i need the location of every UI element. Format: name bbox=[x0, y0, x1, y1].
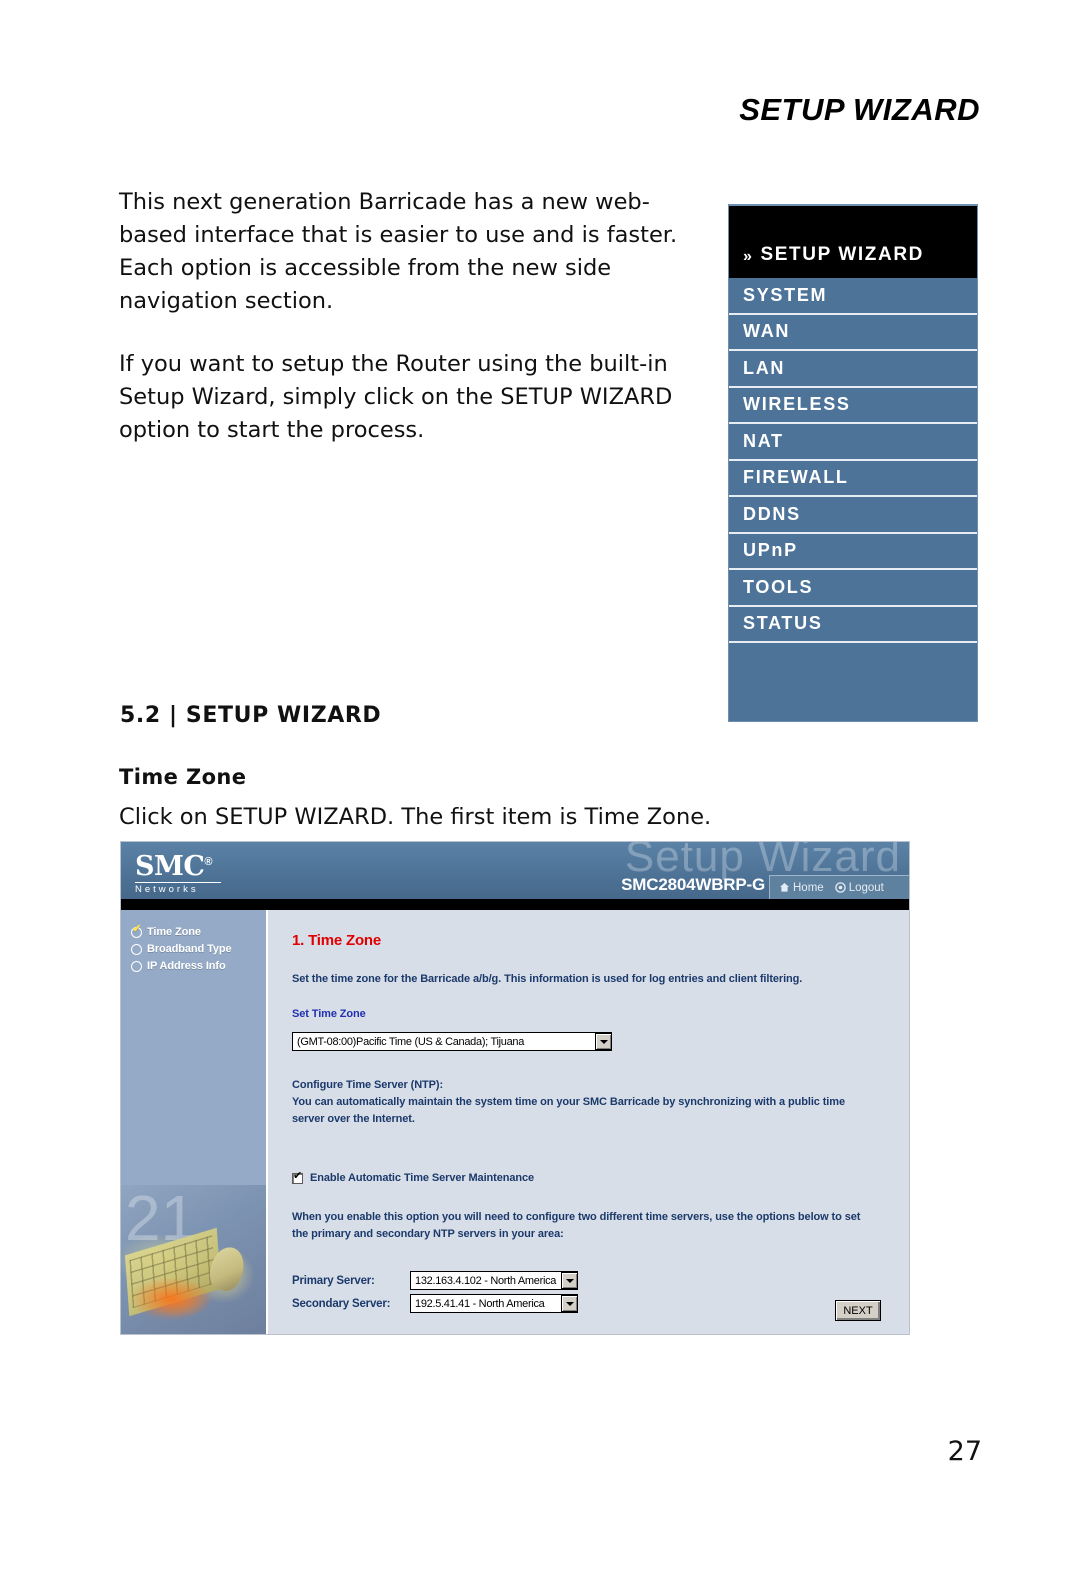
nav-item-label: FIREWALL bbox=[743, 467, 849, 488]
nav-item-label: WIRELESS bbox=[743, 394, 851, 415]
wizard-panel-description: Set the time zone for the Barricade a/b/… bbox=[292, 973, 803, 985]
wizard-step-broadband-type[interactable]: Broadband Type bbox=[131, 941, 266, 957]
router-model-name: SMC2804WBRP-G bbox=[621, 875, 765, 894]
checkbox-checked-icon[interactable] bbox=[292, 1170, 303, 1184]
primary-server-label: Primary Server: bbox=[292, 1274, 375, 1287]
nav-item-nat[interactable]: NAT bbox=[729, 424, 977, 461]
check-circle-icon bbox=[131, 924, 142, 938]
secondary-server-value: 192.5.41.41 - North America bbox=[415, 1297, 545, 1310]
logout-button[interactable]: Logout bbox=[834, 881, 884, 894]
primary-server-value: 132.163.4.102 - North America bbox=[415, 1274, 557, 1287]
nav-item-label: UPnP bbox=[743, 540, 798, 561]
wizard-panel-title: 1. Time Zone bbox=[292, 932, 382, 949]
router-ui-body: Time Zone Broadband Type IP Address Info… bbox=[121, 910, 909, 1334]
subsection-caption: Click on SETUP WIZARD. The first item is… bbox=[119, 804, 712, 830]
nav-menu-filler bbox=[729, 643, 977, 721]
nav-item-lan[interactable]: LAN bbox=[729, 351, 977, 388]
enable-time-server-label: Enable Automatic Time Server Maintenance bbox=[310, 1172, 535, 1184]
nav-item-label: LAN bbox=[743, 357, 786, 378]
intro-paragraph-2: If you want to setup the Router using th… bbox=[119, 351, 673, 443]
intro-text: This next generation Barricade has a new… bbox=[119, 186, 709, 477]
section-heading: 5.2 | SETUP WIZARD bbox=[120, 703, 382, 728]
set-time-zone-label: Set Time Zone bbox=[292, 1008, 366, 1020]
empty-circle-icon bbox=[131, 960, 142, 972]
servers-description: When you enable this option you will nee… bbox=[292, 1211, 861, 1240]
wizard-step-time-zone[interactable]: Time Zone bbox=[131, 924, 266, 940]
nav-item-label: TOOLS bbox=[743, 576, 814, 597]
chevron-down-icon[interactable] bbox=[595, 1033, 612, 1050]
registered-mark-icon: ® bbox=[204, 856, 212, 868]
nav-item-wan[interactable]: WAN bbox=[729, 314, 977, 351]
router-ui-screenshot: Setup Wizard SMC® Networks SMC2804WBRP-G… bbox=[120, 841, 910, 1335]
ntp-description: You can automatically maintain the syste… bbox=[292, 1096, 845, 1125]
page-title: SETUP WIZARD bbox=[739, 92, 980, 127]
nav-item-label: STATUS bbox=[743, 613, 823, 634]
nav-item-upnp[interactable]: UPnP bbox=[729, 533, 977, 570]
nav-item-label: WAN bbox=[743, 321, 791, 342]
nav-item-system[interactable]: SYSTEM bbox=[729, 278, 977, 315]
secondary-server-label: Secondary Server: bbox=[292, 1297, 391, 1310]
wizard-step-label: Time Zone bbox=[147, 926, 201, 938]
nav-item-setup-wizard[interactable]: » SETUP WIZARD bbox=[729, 206, 977, 278]
ntp-heading: Configure Time Server (NTP): bbox=[292, 1079, 444, 1091]
intro-paragraph-1: This next generation Barricade has a new… bbox=[119, 189, 678, 314]
nav-item-firewall[interactable]: FIREWALL bbox=[729, 460, 977, 497]
smc-logo: SMC® Networks bbox=[135, 848, 221, 895]
wizard-step-label: IP Address Info bbox=[147, 960, 226, 972]
glow-overlay bbox=[129, 1277, 213, 1321]
router-ui-header: Setup Wizard SMC® Networks SMC2804WBRP-G… bbox=[121, 842, 909, 899]
nav-item-status[interactable]: STATUS bbox=[729, 606, 977, 643]
wizard-main-panel: 1. Time Zone Set the time zone for the B… bbox=[266, 910, 909, 1334]
subsection-heading: Time Zone bbox=[119, 765, 247, 789]
ntp-section: Configure Time Server (NTP): You can aut… bbox=[292, 1077, 909, 1128]
secondary-server-row: Secondary Server: 192.5.41.41 - North Am… bbox=[292, 1294, 909, 1313]
decorative-keyboard-photo: 21 bbox=[121, 1185, 266, 1334]
nav-item-label: SYSTEM bbox=[743, 284, 828, 305]
smc-logo-tagline: Networks bbox=[135, 882, 221, 895]
time-zone-select-value: (GMT-08:00)Pacific Time (US & Canada); T… bbox=[297, 1035, 525, 1048]
smc-logo-text: SMC bbox=[135, 851, 205, 882]
primary-server-select[interactable]: 132.163.4.102 - North America bbox=[410, 1271, 578, 1290]
wizard-step-sidebar: Time Zone Broadband Type IP Address Info… bbox=[121, 910, 266, 1334]
nav-item-label: DDNS bbox=[743, 503, 801, 524]
secondary-server-select[interactable]: 192.5.41.41 - North America bbox=[410, 1294, 578, 1313]
nav-item-label: SETUP WIZARD bbox=[760, 244, 924, 265]
chevron-right-icon: » bbox=[743, 248, 754, 265]
power-icon bbox=[834, 882, 846, 893]
next-button[interactable]: NEXT bbox=[835, 1300, 881, 1321]
nav-item-tools[interactable]: TOOLS bbox=[729, 570, 977, 607]
house-icon bbox=[780, 883, 789, 892]
nav-item-ddns[interactable]: DDNS bbox=[729, 497, 977, 534]
logout-button-label: Logout bbox=[848, 881, 884, 894]
home-button[interactable]: Home bbox=[779, 882, 824, 894]
wizard-step-label: Broadband Type bbox=[147, 943, 232, 955]
page-number: 27 bbox=[947, 1436, 982, 1467]
enable-time-server-row[interactable]: Enable Automatic Time Server Maintenance bbox=[292, 1170, 909, 1187]
empty-circle-icon bbox=[131, 943, 142, 955]
time-zone-select[interactable]: (GMT-08:00)Pacific Time (US & Canada); T… bbox=[292, 1032, 612, 1051]
router-header-buttons: Home Logout bbox=[769, 875, 909, 899]
nav-item-wireless[interactable]: WIRELESS bbox=[729, 387, 977, 424]
wizard-step-ip-address-info[interactable]: IP Address Info bbox=[131, 958, 266, 974]
nav-item-label: NAT bbox=[743, 430, 784, 451]
router-nav-menu: » SETUP WIZARD SYSTEM WAN LAN WIRELESS N… bbox=[728, 204, 978, 722]
chevron-down-icon[interactable] bbox=[561, 1272, 578, 1289]
chevron-down-icon[interactable] bbox=[561, 1295, 578, 1312]
home-button-label: Home bbox=[793, 881, 824, 894]
ntp-server-rows: Primary Server: 132.163.4.102 - North Am… bbox=[292, 1271, 909, 1313]
header-black-divider bbox=[121, 899, 909, 910]
primary-server-row: Primary Server: 132.163.4.102 - North Am… bbox=[292, 1271, 909, 1290]
wizard-step-list: Time Zone Broadband Type IP Address Info bbox=[121, 910, 266, 974]
